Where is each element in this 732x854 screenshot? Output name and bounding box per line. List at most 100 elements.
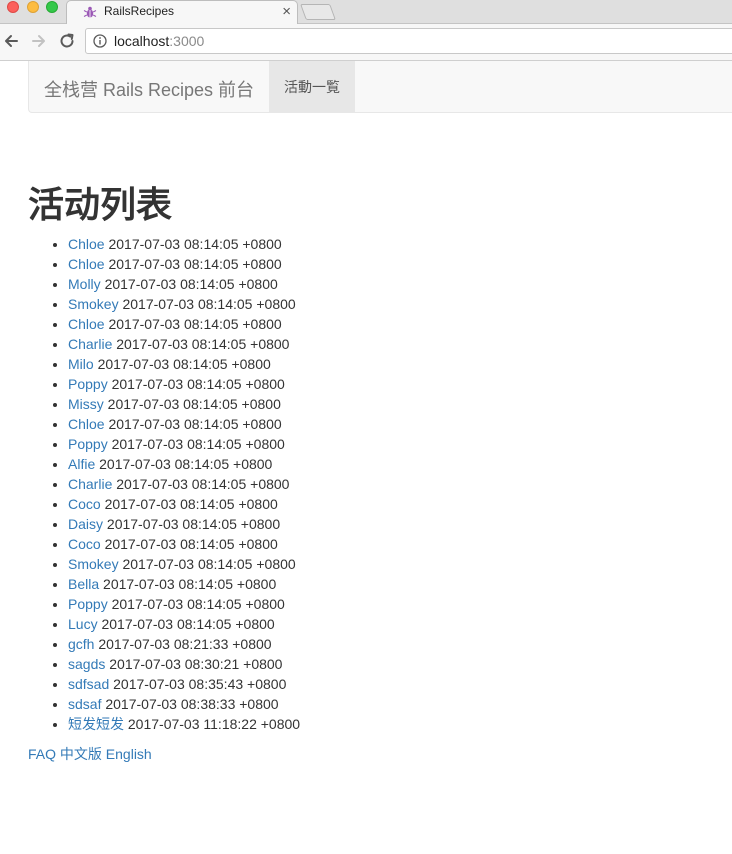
event-time: 2017-07-03 08:14:05 +0800	[99, 456, 273, 472]
event-time: 2017-07-03 08:35:43 +0800	[113, 676, 287, 692]
bug-favicon-icon	[83, 6, 97, 18]
event-time: 2017-07-03 08:14:05 +0800	[111, 436, 285, 452]
event-time: 2017-07-03 08:14:05 +0800	[116, 336, 290, 352]
event-time: 2017-07-03 11:18:22 +0800	[127, 716, 301, 732]
event-link[interactable]: gcfh	[68, 636, 94, 652]
navbar-brand[interactable]: 全栈营 Rails Recipes 前台	[44, 76, 254, 102]
event-link[interactable]: sdfsad	[68, 676, 109, 692]
event-link[interactable]: Poppy	[68, 436, 108, 452]
new-tab-button[interactable]	[300, 4, 336, 20]
event-time: 2017-07-03 08:38:33 +0800	[105, 696, 279, 712]
event-link[interactable]: Charlie	[68, 336, 112, 352]
close-window-button[interactable]	[7, 1, 19, 13]
event-link[interactable]: Coco	[68, 496, 101, 512]
list-item: Missy 2017-07-03 08:14:05 +0800	[68, 394, 300, 414]
list-item: Poppy 2017-07-03 08:14:05 +0800	[68, 374, 300, 394]
list-item: Alfie 2017-07-03 08:14:05 +0800	[68, 454, 300, 474]
event-time: 2017-07-03 08:14:05 +0800	[108, 416, 282, 432]
page-title: 活动列表	[28, 184, 173, 225]
event-time: 2017-07-03 08:14:05 +0800	[122, 556, 296, 572]
list-item: Smokey 2017-07-03 08:14:05 +0800	[68, 294, 300, 314]
browser-toolbar: localhost:3000	[0, 24, 732, 61]
event-time: 2017-07-03 08:14:05 +0800	[108, 256, 282, 272]
event-link[interactable]: Smokey	[68, 296, 119, 312]
event-time: 2017-07-03 08:14:05 +0800	[111, 376, 285, 392]
list-item: Chloe 2017-07-03 08:14:05 +0800	[68, 234, 300, 254]
list-item: Smokey 2017-07-03 08:14:05 +0800	[68, 554, 300, 574]
event-time: 2017-07-03 08:14:05 +0800	[106, 516, 281, 532]
event-link[interactable]: Chloe	[68, 236, 105, 252]
event-list: Chloe 2017-07-03 08:14:05 +0800Chloe 201…	[28, 234, 300, 734]
tab-close-icon[interactable]: ×	[282, 2, 291, 22]
event-time: 2017-07-03 08:14:05 +0800	[101, 616, 275, 632]
list-item: 短发短发 2017-07-03 11:18:22 +0800	[68, 714, 300, 734]
site-navbar: 全栈营 Rails Recipes 前台 活動一覧	[28, 61, 732, 113]
nav-item-events[interactable]: 活動一覧	[269, 61, 355, 112]
event-link[interactable]: Daisy	[68, 516, 103, 532]
event-link[interactable]: 短发短发	[68, 716, 124, 732]
list-item: Poppy 2017-07-03 08:14:05 +0800	[68, 434, 300, 454]
event-link[interactable]: Poppy	[68, 376, 108, 392]
list-item: Charlie 2017-07-03 08:14:05 +0800	[68, 474, 300, 494]
faq-link[interactable]: FAQ	[28, 746, 56, 762]
list-item: Chloe 2017-07-03 08:14:05 +0800	[68, 254, 300, 274]
url-port: :3000	[169, 33, 205, 49]
list-item: sagds 2017-07-03 08:30:21 +0800	[68, 654, 300, 674]
list-item: Coco 2017-07-03 08:14:05 +0800	[68, 534, 300, 554]
event-link[interactable]: Alfie	[68, 456, 95, 472]
list-item: Poppy 2017-07-03 08:14:05 +0800	[68, 594, 300, 614]
event-link[interactable]: Poppy	[68, 596, 108, 612]
chinese-version-link[interactable]: 中文版	[60, 746, 102, 762]
back-arrow-icon[interactable]	[2, 32, 20, 50]
event-time: 2017-07-03 08:14:05 +0800	[104, 496, 278, 512]
list-item: sdsaf 2017-07-03 08:38:33 +0800	[68, 694, 300, 714]
event-link[interactable]: Bella	[68, 576, 99, 592]
url-text: localhost:3000	[114, 33, 204, 49]
list-item: Lucy 2017-07-03 08:14:05 +0800	[68, 614, 300, 634]
event-time: 2017-07-03 08:14:05 +0800	[108, 236, 282, 252]
event-link[interactable]: Chloe	[68, 416, 105, 432]
event-time: 2017-07-03 08:14:05 +0800	[122, 296, 296, 312]
list-item: Daisy 2017-07-03 08:14:05 +0800	[68, 514, 300, 534]
event-link[interactable]: Coco	[68, 536, 101, 552]
list-item: gcfh 2017-07-03 08:21:33 +0800	[68, 634, 300, 654]
list-item: Bella 2017-07-03 08:14:05 +0800	[68, 574, 300, 594]
browser-tabstrip: RailsRecipes ×	[0, 0, 732, 24]
event-time: 2017-07-03 08:14:05 +0800	[103, 576, 277, 592]
event-link[interactable]: sdsaf	[68, 696, 101, 712]
event-time: 2017-07-03 08:14:05 +0800	[104, 536, 278, 552]
minimize-window-button[interactable]	[27, 1, 39, 13]
event-time: 2017-07-03 08:30:21 +0800	[109, 656, 283, 672]
address-bar[interactable]: localhost:3000	[85, 28, 732, 54]
event-link[interactable]: Molly	[68, 276, 101, 292]
footer-links: FAQ 中文版 English	[28, 744, 152, 764]
list-item: Chloe 2017-07-03 08:14:05 +0800	[68, 314, 300, 334]
event-link[interactable]: Lucy	[68, 616, 98, 632]
list-item: Coco 2017-07-03 08:14:05 +0800	[68, 494, 300, 514]
event-time: 2017-07-03 08:14:05 +0800	[116, 476, 290, 492]
list-item: Milo 2017-07-03 08:14:05 +0800	[68, 354, 300, 374]
forward-arrow-icon[interactable]	[30, 32, 48, 50]
event-link[interactable]: Milo	[68, 356, 94, 372]
event-time: 2017-07-03 08:21:33 +0800	[98, 636, 272, 652]
zoom-window-button[interactable]	[46, 1, 58, 13]
tab-title: RailsRecipes	[104, 4, 175, 18]
event-link[interactable]: Chloe	[68, 256, 105, 272]
browser-tab[interactable]: RailsRecipes ×	[66, 0, 298, 24]
list-item: sdfsad 2017-07-03 08:35:43 +0800	[68, 674, 300, 694]
info-icon[interactable]	[93, 34, 107, 48]
event-time: 2017-07-03 08:14:05 +0800	[107, 396, 281, 412]
event-link[interactable]: Chloe	[68, 316, 105, 332]
event-link[interactable]: sagds	[68, 656, 105, 672]
event-time: 2017-07-03 08:14:05 +0800	[104, 276, 278, 292]
list-item: Molly 2017-07-03 08:14:05 +0800	[68, 274, 300, 294]
event-link[interactable]: Smokey	[68, 556, 119, 572]
url-host: localhost	[114, 33, 170, 49]
list-item: Charlie 2017-07-03 08:14:05 +0800	[68, 334, 300, 354]
event-time: 2017-07-03 08:14:05 +0800	[97, 356, 271, 372]
english-link[interactable]: English	[106, 746, 152, 762]
event-link[interactable]: Missy	[68, 396, 104, 412]
list-item: Chloe 2017-07-03 08:14:05 +0800	[68, 414, 300, 434]
reload-icon[interactable]	[58, 32, 76, 50]
event-link[interactable]: Charlie	[68, 476, 112, 492]
